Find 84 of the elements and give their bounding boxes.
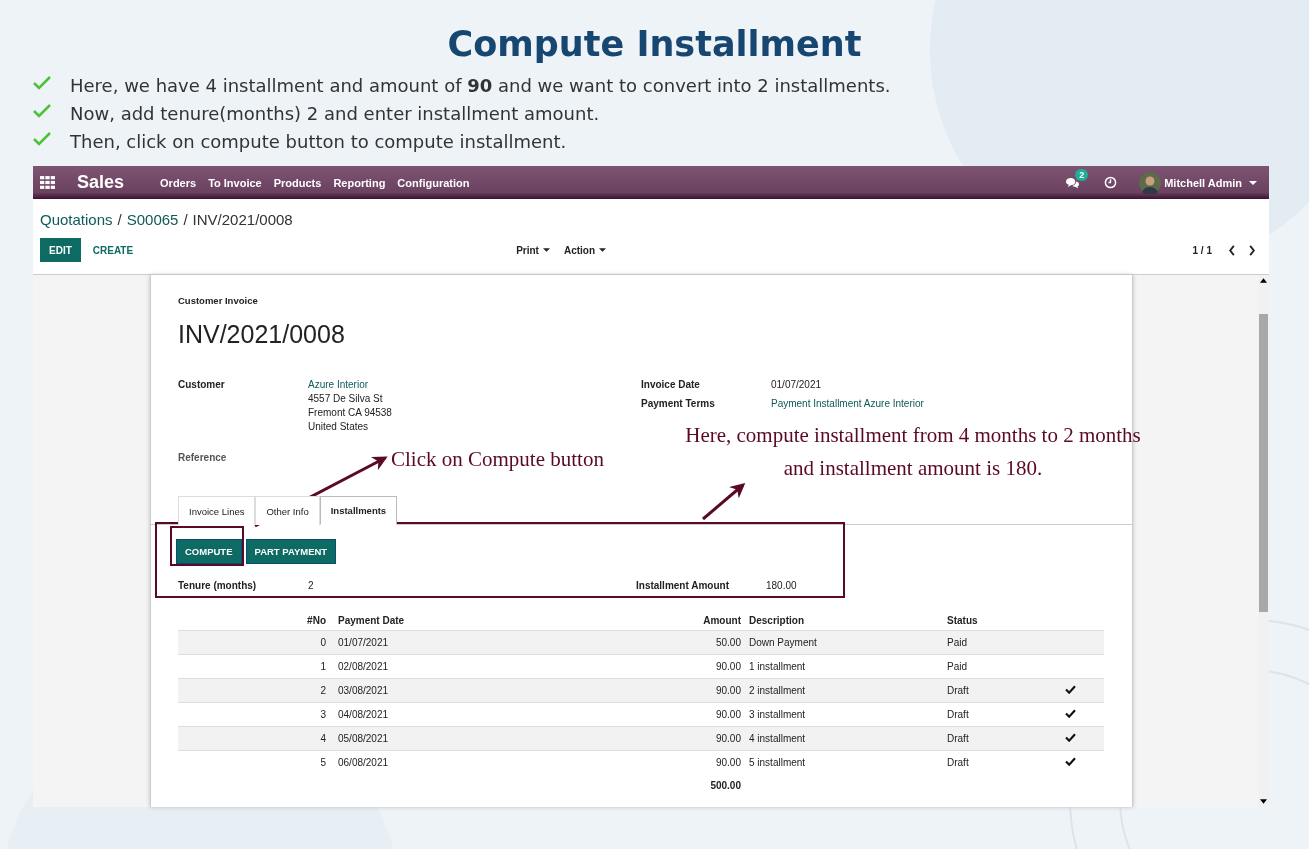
invoice-number: INV/2021/0008 [178, 320, 346, 349]
address-line: United States [308, 421, 370, 432]
menu-item[interactable]: Reporting [333, 176, 386, 189]
table-cell: 5 installment [745, 750, 943, 774]
field-label: Customer [178, 379, 226, 392]
breadcrumb-separator: / [117, 211, 122, 228]
annotation-arrow [702, 483, 746, 521]
scroll-up-icon[interactable] [1260, 278, 1267, 283]
menu-item[interactable]: Orders [160, 176, 197, 189]
bullet-text: Now, add tenure(months) 2 and enter installment amount. [70, 102, 600, 124]
table-cell: 2 [178, 678, 334, 703]
create-button[interactable]: CREATE [86, 243, 140, 257]
part-payment-button[interactable]: PART PAYMENT [245, 539, 337, 564]
column-header: Status [943, 610, 1061, 631]
field-label: Reference [178, 452, 228, 463]
scrollbar-thumb[interactable] [1259, 314, 1268, 612]
field-value: 01/07/2021 [771, 379, 822, 390]
table-cell: 0 [178, 630, 334, 655]
caret-icon [599, 248, 607, 252]
bullet-text: Here, we have 4 installment and amount of 90 and we want to convert into 2 installments. [70, 74, 891, 96]
field-label: Invoice Date [641, 379, 701, 390]
dropdown-button[interactable]: Action [557, 243, 613, 257]
field-value: 180.00 [766, 580, 797, 591]
pager-counter: 1 / 1 [1192, 244, 1212, 256]
total-amount: 500.00 [709, 778, 742, 793]
scrollbar[interactable] [1258, 275, 1269, 807]
table-cell: 03/08/2021 [334, 678, 602, 703]
payment-terms-link[interactable]: Payment Installment Azure Interior [771, 398, 924, 409]
column-header: Description [745, 610, 943, 631]
column-header: #No [178, 610, 334, 631]
menu-item[interactable]: Products [273, 176, 322, 189]
breadcrumb-separator: / [183, 211, 188, 228]
field-value: 2 [308, 580, 315, 591]
compute-button[interactable]: COMPUTE [176, 539, 242, 564]
annotation-text: Here, compute installment from 4 months to 2 months [685, 423, 1141, 448]
field-label: Tenure (months) [178, 580, 258, 591]
table-cell: Down Payment [745, 630, 943, 655]
table-cell: Paid [943, 630, 1061, 655]
tab[interactable]: Other Info [255, 496, 320, 525]
edit-button[interactable]: EDIT [40, 238, 81, 262]
table-cell: 01/07/2021 [334, 630, 602, 655]
table-cell: Draft [943, 726, 1061, 751]
breadcrumb-link[interactable]: S00065 [126, 211, 179, 228]
apps-menu-icon[interactable] [40, 176, 55, 189]
annotation-text: and installment amount is 180. [783, 456, 1043, 481]
address-line: 4557 De Silva St [308, 393, 384, 404]
table-cell: 2 installment [745, 678, 943, 703]
column-header: Amount [602, 610, 745, 631]
page-title: Compute Installment [446, 23, 863, 66]
menu-item[interactable]: Configuration [397, 176, 470, 189]
field-label: Payment Terms [641, 398, 716, 409]
bullet-text: Then, click on compute button to compute installment. [70, 130, 567, 152]
table-cell: 50.00 [602, 630, 745, 655]
column-header: Payment Date [334, 610, 602, 631]
table-cell: 90.00 [602, 726, 745, 751]
tab[interactable]: Invoice Lines [178, 496, 256, 525]
scroll-down-icon[interactable] [1260, 799, 1267, 804]
message-count-badge: 2 [1075, 168, 1089, 181]
tab[interactable]: Installments [319, 496, 398, 525]
table-cell: 90.00 [602, 678, 745, 703]
field-label: Installment Amount [636, 580, 730, 591]
user-name[interactable]: Mitchell Admin [1164, 176, 1242, 189]
table-cell: Draft [943, 750, 1061, 774]
annotation-text: Click on Compute button [391, 447, 604, 472]
caret-icon[interactable] [1249, 180, 1257, 185]
table-cell: Draft [943, 678, 1061, 703]
breadcrumb-current: INV/2021/0008 [192, 211, 293, 228]
customer-link[interactable]: Azure Interior [308, 379, 392, 390]
clock-icon[interactable] [1104, 176, 1118, 189]
dropdown-button[interactable]: Print [510, 243, 556, 257]
caret-icon [542, 248, 550, 252]
address-line: Fremont CA 94538 [308, 407, 392, 418]
table-cell: 06/08/2021 [334, 750, 602, 774]
app-name[interactable]: Sales [77, 172, 125, 193]
menu-item[interactable]: To Invoice [208, 176, 262, 189]
avatar-icon[interactable] [1139, 171, 1162, 194]
table-cell: 05/08/2021 [334, 726, 602, 751]
table-cell: 4 installment [745, 726, 943, 751]
table-cell: 90.00 [602, 750, 745, 774]
breadcrumb-link[interactable]: Quotations [40, 211, 113, 228]
table-cell: 4 [178, 726, 334, 751]
chat-icon[interactable] [1065, 176, 1081, 189]
table-cell: 5 [178, 750, 334, 774]
form-label: Customer Invoice [178, 295, 259, 306]
